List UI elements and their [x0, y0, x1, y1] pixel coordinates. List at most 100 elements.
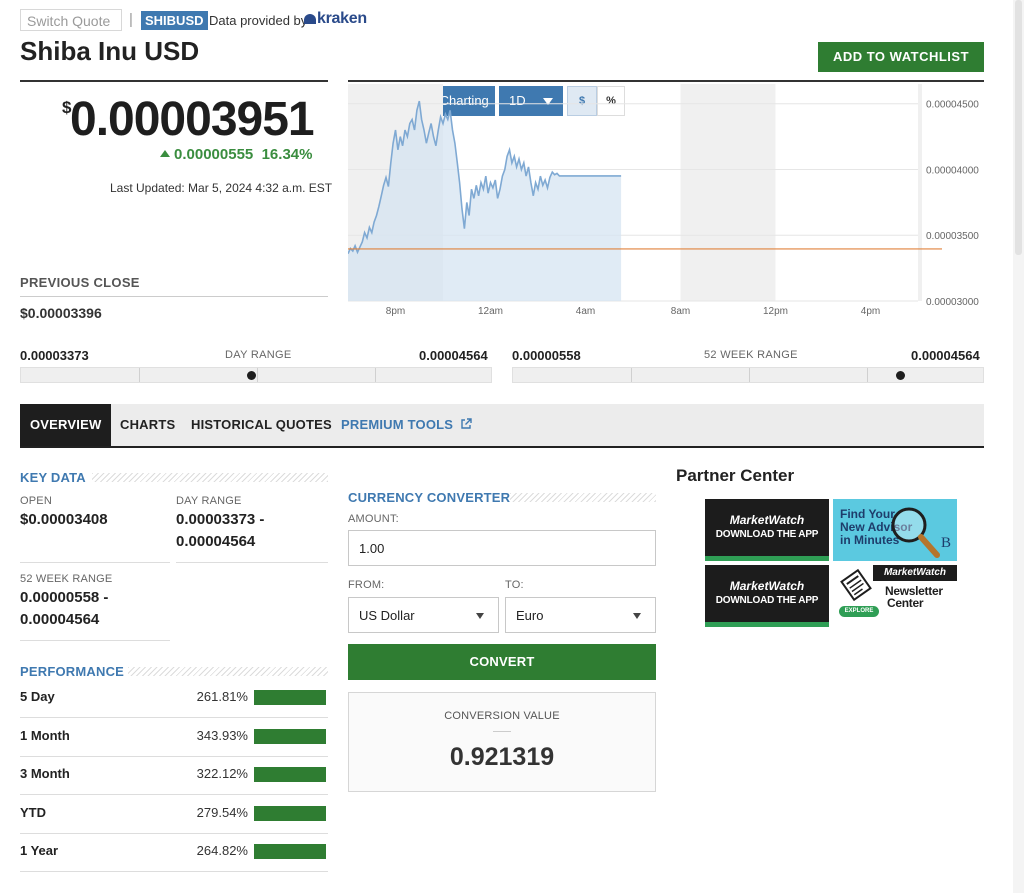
- range-tick: [749, 368, 750, 382]
- divider: [20, 562, 170, 563]
- switch-quote-input[interactable]: Switch Quote: [20, 9, 122, 31]
- range-tick: [631, 368, 632, 382]
- performance-bar: [254, 767, 326, 782]
- chart-shade-band: [918, 84, 922, 301]
- heading-hatch: [510, 493, 656, 502]
- find-advisor-ad[interactable]: Find Your New Advisor in Minutes B: [833, 499, 957, 561]
- chart-shade-band: [680, 84, 776, 301]
- range-tick: [867, 368, 868, 382]
- ad-logo: B: [940, 535, 951, 551]
- performance-heading: PERFORMANCE: [20, 664, 125, 679]
- performance-row: 5 Day 261.81%: [20, 679, 328, 718]
- ad-brand-bar: MarketWatch: [873, 565, 957, 581]
- to-label: TO:: [505, 579, 524, 591]
- divider: [20, 640, 170, 641]
- partner-center-title: Partner Center: [676, 466, 795, 485]
- x-tick-label: 4pm: [861, 306, 880, 317]
- ad-brand: MarketWatch: [729, 513, 805, 527]
- previous-close-label: PREVIOUS CLOSE: [20, 275, 140, 290]
- key-data-heading: KEY DATA: [20, 470, 86, 485]
- performance-row: 1 Month 343.93%: [20, 718, 328, 757]
- performance-bar: [254, 806, 326, 821]
- previous-close-value: $0.00003396: [20, 305, 102, 321]
- last-updated: Last Updated: Mar 5, 2024 4:32 a.m. EST: [110, 181, 333, 195]
- performance-period: 1 Year: [20, 843, 59, 858]
- change-percent: 16.34%: [261, 146, 313, 163]
- kraken-logo: kraken: [304, 10, 367, 28]
- y-tick-label: 0.00003000: [926, 297, 979, 308]
- key-day-range-label: DAY RANGE: [176, 495, 242, 507]
- tab-historical-quotes[interactable]: HISTORICAL QUOTES: [191, 404, 332, 446]
- ad-cta: DOWNLOAD THE APP: [715, 595, 819, 606]
- performance-period: 1 Month: [20, 728, 70, 743]
- chevron-down-icon: [633, 613, 641, 619]
- previous-close-divider: [20, 296, 328, 297]
- tab-overview[interactable]: OVERVIEW: [20, 404, 112, 446]
- marketwatch-app-ad-2[interactable]: MarketWatch DOWNLOAD THE APP: [705, 565, 829, 627]
- performance-row: YTD 279.54%: [20, 795, 328, 834]
- add-to-watchlist-button[interactable]: ADD TO WATCHLIST: [818, 42, 984, 72]
- ticker-badge: SHIBUSD: [141, 11, 208, 30]
- external-link-icon: [461, 418, 472, 429]
- y-tick-label: 0.00003500: [926, 231, 979, 242]
- change-value: 0.00000555: [174, 146, 254, 163]
- chevron-down-icon: [476, 613, 484, 619]
- tab-premium-tools[interactable]: PREMIUM TOOLS: [341, 404, 472, 446]
- magnifier-icon: [891, 507, 940, 558]
- performance-row: 3 Month 322.12%: [20, 756, 328, 795]
- performance-percent: 264.82%: [196, 843, 248, 858]
- week52-range-high: 0.00004564: [911, 348, 980, 363]
- price-chart: 0.00004500 0.00004000 0.00003500 0.00003000…: [348, 84, 979, 317]
- performance-row: 1 Year 264.82%: [20, 833, 328, 872]
- page-title: Shiba Inu USD: [20, 36, 200, 66]
- amount-label: AMOUNT:: [348, 513, 399, 525]
- price-change: 0.00000555 16.34%: [160, 146, 312, 163]
- tab-charts[interactable]: CHARTS: [120, 404, 175, 446]
- performance-period: 5 Day: [20, 689, 55, 704]
- x-tick-label: 12pm: [763, 306, 788, 317]
- week52-range-bar: [512, 367, 984, 383]
- scrollbar-thumb[interactable]: [1015, 0, 1022, 255]
- marketwatch-app-ad[interactable]: MarketWatch DOWNLOAD THE APP: [705, 499, 829, 561]
- performance-bar: [254, 729, 326, 744]
- range-tick: [139, 368, 140, 382]
- heading-hatch: [92, 473, 328, 482]
- conversion-value-label: CONVERSION VALUE: [444, 710, 560, 722]
- day-range-marker: [246, 371, 256, 380]
- currency-converter-heading: CURRENCY CONVERTER: [348, 490, 511, 505]
- week52-range-label: 52 WEEK RANGE: [704, 349, 798, 361]
- x-tick-label: 8pm: [386, 306, 405, 317]
- amount-input[interactable]: 1.00: [348, 530, 656, 566]
- key-52week-value: 0.00000558 -0.00004564: [20, 589, 109, 628]
- to-currency-value: Euro: [516, 608, 544, 623]
- day-range-bar: [20, 367, 492, 383]
- conversion-value: 0.921319: [449, 743, 555, 771]
- week52-range-low: 0.00000558: [512, 348, 581, 363]
- open-label: OPEN: [20, 495, 52, 507]
- ad-brand: MarketWatch: [729, 579, 805, 593]
- key-52week-label: 52 WEEK RANGE: [20, 573, 113, 585]
- from-currency-select[interactable]: US Dollar: [348, 597, 499, 633]
- open-value: $0.00003408: [20, 511, 108, 528]
- newsletter-center-ad[interactable]: MarketWatch EXPLORE Newsletter Center: [833, 565, 957, 627]
- divider: [176, 562, 328, 563]
- range-tick: [257, 368, 258, 382]
- performance-period: YTD: [20, 805, 46, 820]
- newspaper-icon: [840, 568, 872, 602]
- y-tick-label: 0.00004500: [926, 100, 979, 111]
- performance-percent: 322.12%: [196, 766, 248, 781]
- explore-badge: EXPLORE: [839, 606, 879, 617]
- up-arrow-icon: [160, 150, 170, 157]
- day-range-low: 0.00003373: [20, 348, 89, 363]
- convert-button[interactable]: CONVERT: [348, 644, 656, 680]
- x-tick-label: 8am: [671, 306, 690, 317]
- performance-bar: [254, 690, 326, 705]
- to-currency-select[interactable]: Euro: [505, 597, 656, 633]
- range-tick: [375, 368, 376, 382]
- from-label: FROM:: [348, 579, 385, 591]
- key-day-range-value: 0.00003373 -0.00004564: [176, 511, 265, 550]
- from-currency-value: US Dollar: [359, 608, 415, 623]
- conversion-result-box: CONVERSION VALUE 0.921319: [348, 692, 656, 792]
- performance-percent: 279.54%: [196, 805, 248, 820]
- data-provided-label: Data provided by: [209, 13, 308, 28]
